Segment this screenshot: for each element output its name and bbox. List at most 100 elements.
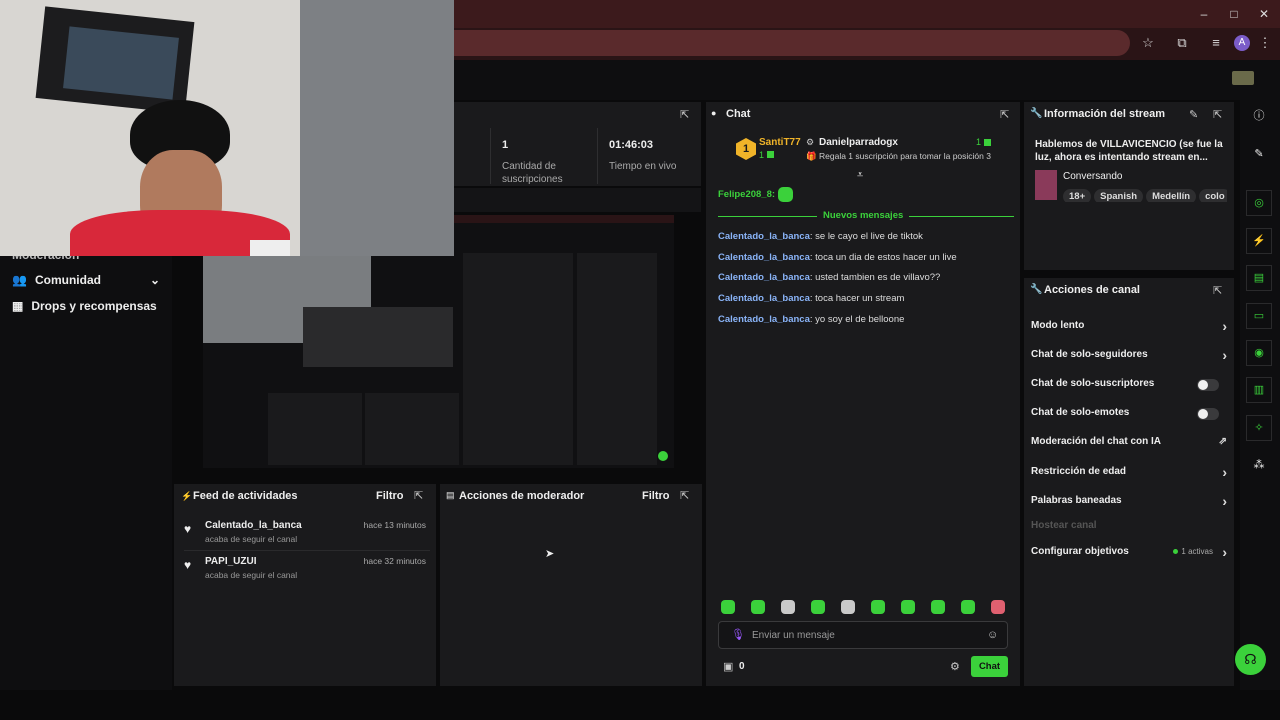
- tags-row: 18+ Spanish Medellín colo: [1063, 186, 1227, 202]
- sub-icon: [984, 139, 991, 146]
- emotes-only-toggle[interactable]: [1197, 408, 1219, 420]
- emote-icon[interactable]: [841, 600, 855, 614]
- popout-icon[interactable]: ⇱: [414, 489, 423, 502]
- maximize-button[interactable]: □: [1226, 6, 1242, 22]
- category-thumbnail[interactable]: [1035, 170, 1057, 200]
- extensions-icon[interactable]: ⧉: [1173, 34, 1191, 52]
- playlist-icon[interactable]: ≡: [1207, 34, 1225, 52]
- chat-username[interactable]: Calentado_la_banca: [718, 272, 810, 283]
- emoji-icon[interactable]: ☺: [987, 629, 998, 641]
- chat-username[interactable]: Calentado_la_banca: [718, 314, 810, 325]
- external-link-icon: ⇗: [1218, 436, 1227, 447]
- chat-username[interactable]: Calentado_la_banca: [718, 252, 810, 263]
- action-host-channel: Hostear canal: [1031, 520, 1227, 538]
- divider: [184, 550, 430, 551]
- list-item[interactable]: ♥ PAPI_UZUI acaba de seguir el canal hac…: [184, 556, 430, 590]
- broadcast-icon[interactable]: ◉: [1246, 340, 1272, 366]
- close-button[interactable]: ✕: [1256, 6, 1272, 22]
- emote-icon[interactable]: [991, 600, 1005, 614]
- points-icon[interactable]: ▣: [723, 660, 733, 673]
- layout-icon[interactable]: ▥: [1246, 377, 1272, 403]
- action-label: Chat de solo-seguidores: [1031, 349, 1148, 360]
- tag-chip[interactable]: Medellín: [1146, 189, 1197, 202]
- emote-icon[interactable]: [931, 600, 945, 614]
- chat-title: Chat: [726, 108, 751, 120]
- action-banned-words[interactable]: Palabras baneadas ›: [1031, 493, 1227, 513]
- chat-icon[interactable]: ▭: [1246, 303, 1272, 329]
- browser-menu-icon[interactable]: ⋮: [1256, 34, 1274, 52]
- gift-prompt[interactable]: Regala 1 suscripción para tomar la posic…: [819, 151, 991, 161]
- sidebar-item-drops[interactable]: ▦ Drops y recompensas: [12, 296, 157, 316]
- profile-avatar[interactable]: A: [1234, 35, 1250, 51]
- app-top-bar: [454, 60, 1280, 100]
- list-item[interactable]: ♥ Calentado_la_banca acaba de seguir el …: [184, 520, 430, 554]
- emote-icon[interactable]: [811, 600, 825, 614]
- mod-filter-button[interactable]: Filtro: [642, 490, 670, 502]
- chevron-right-icon: ›: [1222, 493, 1227, 509]
- popout-icon[interactable]: ⇱: [1213, 108, 1222, 121]
- emote-icon[interactable]: [961, 600, 975, 614]
- info-icon[interactable]: ⓘ: [1246, 104, 1272, 130]
- chat-bubble-icon: ●: [711, 108, 717, 118]
- chevron-right-icon: ›: [1222, 464, 1227, 480]
- tools-icon[interactable]: ✧: [1246, 415, 1272, 441]
- emote-icon[interactable]: [721, 600, 735, 614]
- goals-active-badge: 1 activas: [1181, 547, 1213, 556]
- action-ai-moderation[interactable]: Moderación del chat con IA ⇗: [1031, 436, 1227, 454]
- settings-gear-icon[interactable]: ⚙: [950, 660, 960, 673]
- tag-chip[interactable]: 18+: [1063, 189, 1092, 202]
- sidebar-item-label: Drops y recompensas: [31, 299, 157, 313]
- user-avatar[interactable]: [1232, 71, 1254, 85]
- url-field[interactable]: [454, 30, 1130, 56]
- support-headset-icon[interactable]: ☊: [1235, 644, 1266, 675]
- tag-chip[interactable]: Spanish: [1094, 189, 1144, 202]
- camera-icon[interactable]: ◎: [1246, 190, 1272, 216]
- document-icon[interactable]: ▤: [1246, 265, 1272, 291]
- pinned-user[interactable]: Felipe208_8:: [718, 189, 775, 200]
- edit-icon[interactable]: ✎: [1246, 142, 1272, 168]
- chat-input-placeholder: Enviar un mensaje: [752, 630, 835, 641]
- mouse-cursor-icon: ➤: [545, 548, 555, 560]
- gift-icon: ▦: [12, 299, 24, 313]
- action-label: Configurar objetivos: [1031, 546, 1129, 557]
- action-goals[interactable]: Configurar objetivos 1 activas ›: [1031, 544, 1227, 564]
- bookmark-star-icon[interactable]: ☆: [1139, 34, 1157, 52]
- sidebar-item-label: Comunidad: [34, 273, 101, 287]
- category-name[interactable]: Conversando: [1063, 171, 1122, 182]
- action-followers-only[interactable]: Chat de solo-seguidores ›: [1031, 347, 1227, 367]
- send-chat-button[interactable]: Chat: [971, 656, 1008, 677]
- top-gifter-name[interactable]: SantiT77: [759, 137, 801, 148]
- chat-text: : toca un dia de estos hacer un live: [809, 252, 957, 263]
- edit-pencil-icon[interactable]: ✎: [1189, 108, 1198, 121]
- minimize-button[interactable]: –: [1196, 6, 1212, 22]
- emote-icon[interactable]: [751, 600, 765, 614]
- feed-item-name: PAPI_UZUI: [205, 556, 257, 567]
- popout-icon[interactable]: ⇱: [680, 108, 689, 121]
- add-widget-icon[interactable]: ⁂: [1246, 453, 1272, 479]
- chat-username[interactable]: Calentado_la_banca: [718, 293, 810, 304]
- emote-icon[interactable]: [871, 600, 885, 614]
- emote-icon[interactable]: [901, 600, 915, 614]
- sidebar-item-community[interactable]: 👥 Comunidad ⌄: [12, 270, 160, 290]
- mod-actions-panel: [440, 484, 702, 686]
- shield-icon: ▤: [446, 490, 455, 500]
- action-slow-mode[interactable]: Modo lento ›: [1031, 318, 1227, 338]
- microphone-icon[interactable]: 🎙: [731, 628, 745, 641]
- feed-filter-button[interactable]: Filtro: [376, 490, 404, 502]
- expand-icon[interactable]: ⩡: [857, 169, 863, 182]
- second-gifter-name[interactable]: Danielparradogx: [819, 137, 898, 148]
- popout-icon[interactable]: ⇱: [1000, 108, 1009, 121]
- chat-username[interactable]: Calentado_la_banca: [718, 231, 810, 242]
- subscribers-only-toggle[interactable]: [1197, 379, 1219, 391]
- popout-icon[interactable]: ⇱: [680, 489, 689, 502]
- divider: [490, 128, 491, 184]
- emote-icon[interactable]: [781, 600, 795, 614]
- chevron-down-icon: ⌄: [149, 273, 160, 287]
- chat-message: Calentado_la_banca: toca un dia de estos…: [718, 252, 957, 263]
- action-age-restriction[interactable]: Restricción de edad ›: [1031, 464, 1227, 484]
- popout-icon[interactable]: ⇱: [1213, 284, 1222, 297]
- people-icon: 👥: [12, 273, 27, 287]
- live-time-label: Tiempo en vivo: [609, 161, 677, 172]
- lightning-icon[interactable]: ⚡: [1246, 228, 1272, 254]
- tag-chip[interactable]: colo: [1199, 189, 1227, 202]
